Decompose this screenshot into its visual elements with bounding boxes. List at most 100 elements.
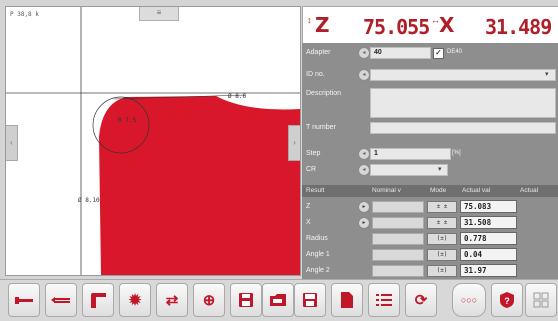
info-icon: ? bbox=[500, 292, 514, 308]
step-unit: [%] bbox=[452, 150, 461, 156]
more-icon: ○○○ bbox=[460, 295, 478, 305]
cr-label: CR bbox=[306, 166, 317, 173]
tool-properties-panel: Adapter ◂ 40 ✓ DE40 ID no. ◂ ▾ Descripti… bbox=[302, 43, 558, 279]
actual-value: 0.04 bbox=[460, 248, 517, 261]
mode-button[interactable]: (±) bbox=[427, 233, 457, 245]
info-button[interactable]: ? bbox=[491, 283, 523, 317]
play-icon[interactable]: ▸ bbox=[358, 217, 370, 229]
table-row: X ▸ ± ± 31.508 bbox=[302, 215, 558, 230]
actual-value: 31.97 bbox=[460, 264, 517, 277]
mode-button[interactable]: (±) bbox=[427, 249, 457, 261]
step-label: Step bbox=[306, 150, 321, 157]
row-label: Radius bbox=[306, 235, 328, 242]
floppy-icon bbox=[239, 293, 253, 307]
mode-button[interactable]: ± ± bbox=[427, 217, 457, 229]
adapter-checkbox[interactable]: ✓ bbox=[433, 48, 444, 59]
z-axis-icon: ↕ bbox=[307, 15, 312, 25]
cr-row: CR ◂ ▾ bbox=[302, 163, 558, 177]
header-mode: Mode bbox=[430, 187, 447, 194]
refresh-button[interactable]: ⟳ bbox=[405, 283, 437, 317]
chevron-left-icon[interactable]: ‹ bbox=[6, 125, 18, 161]
step-dropdown-icon[interactable]: ◂ bbox=[358, 148, 370, 160]
tool-drawing bbox=[6, 7, 300, 275]
t-number-label: T number bbox=[306, 124, 336, 131]
cr-field[interactable] bbox=[370, 164, 448, 176]
svg-text:?: ? bbox=[504, 296, 510, 306]
table-row: Radius (±) 0.778 bbox=[302, 231, 558, 246]
canvas-coordinate-label: P 38,8 k bbox=[10, 11, 39, 18]
crosshair-button[interactable]: ⊕ bbox=[193, 283, 225, 317]
save-as-button[interactable] bbox=[294, 283, 326, 317]
step-row: Step ◂ 1 [%] bbox=[302, 147, 558, 161]
step-field[interactable]: 1 bbox=[370, 148, 451, 160]
more-button[interactable]: ○○○ bbox=[452, 283, 486, 317]
x-axis-value: 31.489 bbox=[485, 15, 552, 39]
t-number-field[interactable] bbox=[370, 122, 556, 134]
tool-holder-icon bbox=[91, 293, 106, 308]
crosshair-icon: ⊕ bbox=[202, 292, 216, 309]
swap-button[interactable]: ⇄ bbox=[156, 283, 188, 317]
bottom-toolbar: ✹ ⇄ ⊕ ⟳ ○○○ ? bbox=[0, 279, 558, 321]
z-axis-value: 75.055 bbox=[363, 15, 430, 39]
row-label: Z bbox=[306, 203, 311, 210]
z-axis-readout: ↕ Z 75.055 bbox=[307, 13, 430, 39]
gear-icon: ✹ bbox=[128, 292, 142, 309]
actual-value: 0.778 bbox=[460, 232, 517, 245]
cr-dropdown-icon[interactable]: ◂ bbox=[358, 164, 370, 176]
x-axis-readout: ↔ X 31.489 bbox=[431, 13, 557, 39]
play-icon[interactable]: ▸ bbox=[358, 201, 370, 213]
folder-icon bbox=[270, 294, 286, 306]
id-dropdown-icon[interactable]: ◂ bbox=[358, 69, 370, 81]
description-field[interactable] bbox=[370, 88, 556, 118]
width-dimension-label: Ø 8.10 bbox=[78, 197, 100, 204]
radius-dimension-label: R 7.5 bbox=[118, 117, 137, 124]
nominal-field[interactable] bbox=[372, 217, 424, 229]
id-label: ID no. bbox=[306, 71, 325, 78]
table-row: Angle 2 (±) 31.97 bbox=[302, 263, 558, 278]
mode-button[interactable]: ± ± bbox=[427, 201, 457, 213]
id-field[interactable] bbox=[370, 69, 556, 81]
adapter-dropdown-icon[interactable]: ◂ bbox=[358, 47, 370, 59]
tool-double-button[interactable] bbox=[45, 283, 77, 317]
description-label: Description bbox=[306, 90, 342, 97]
z-axis-name: Z bbox=[315, 13, 330, 37]
row-label: Angle 1 bbox=[306, 251, 330, 258]
nominal-field[interactable] bbox=[372, 233, 424, 245]
chevron-down-icon[interactable]: ▾ bbox=[545, 70, 549, 78]
adapter-row: Adapter ◂ 40 ✓ DE40 bbox=[302, 46, 558, 60]
drag-handle-icon[interactable]: ≡ bbox=[139, 7, 179, 21]
chevron-down-icon[interactable]: ▾ bbox=[438, 165, 442, 173]
refresh-icon: ⟳ bbox=[414, 292, 428, 309]
nominal-field[interactable] bbox=[372, 265, 424, 277]
load-button[interactable] bbox=[262, 283, 294, 317]
grid-icon bbox=[533, 292, 549, 308]
chevron-right-icon[interactable]: › bbox=[288, 125, 300, 161]
adapter-check-label: DE40 bbox=[447, 49, 463, 55]
document-button[interactable] bbox=[331, 283, 363, 317]
app-window: P 38,8 k ≡ ‹ › R 7.5 Ø 8.6 Ø 8.10 ↕ Z 75… bbox=[0, 0, 558, 321]
actual-value: 31.508 bbox=[460, 216, 517, 229]
tool-drawing-canvas[interactable]: P 38,8 k ≡ ‹ › R 7.5 Ø 8.6 Ø 8.10 bbox=[5, 6, 301, 276]
row-label: X bbox=[306, 219, 311, 226]
position-readout: ↕ Z 75.055 ↔ X 31.489 bbox=[302, 6, 558, 44]
t-number-row: T number bbox=[302, 121, 558, 135]
adapter-field[interactable]: 40 bbox=[370, 47, 431, 59]
save-button[interactable] bbox=[230, 283, 262, 317]
grid-button[interactable] bbox=[525, 283, 557, 317]
tip-dimension-label: Ø 8.6 bbox=[228, 93, 247, 100]
header-actual: Actual bbox=[520, 187, 539, 194]
list-button[interactable] bbox=[368, 283, 400, 317]
floppy-plus-icon bbox=[303, 293, 317, 307]
nominal-field[interactable] bbox=[372, 249, 424, 261]
x-axis-name: X bbox=[439, 13, 455, 37]
gear-button[interactable]: ✹ bbox=[119, 283, 151, 317]
document-icon bbox=[341, 292, 353, 308]
tool-holder-button[interactable] bbox=[82, 283, 114, 317]
header-nominal: Nominal v bbox=[372, 187, 401, 194]
actual-value: 75.083 bbox=[460, 200, 517, 213]
tool-single-button[interactable] bbox=[8, 283, 40, 317]
nominal-field[interactable] bbox=[372, 201, 424, 213]
mode-button[interactable]: (±) bbox=[427, 265, 457, 277]
header-actual-value: Actual val bbox=[462, 187, 491, 194]
id-row: ID no. ◂ ▾ bbox=[302, 68, 558, 82]
